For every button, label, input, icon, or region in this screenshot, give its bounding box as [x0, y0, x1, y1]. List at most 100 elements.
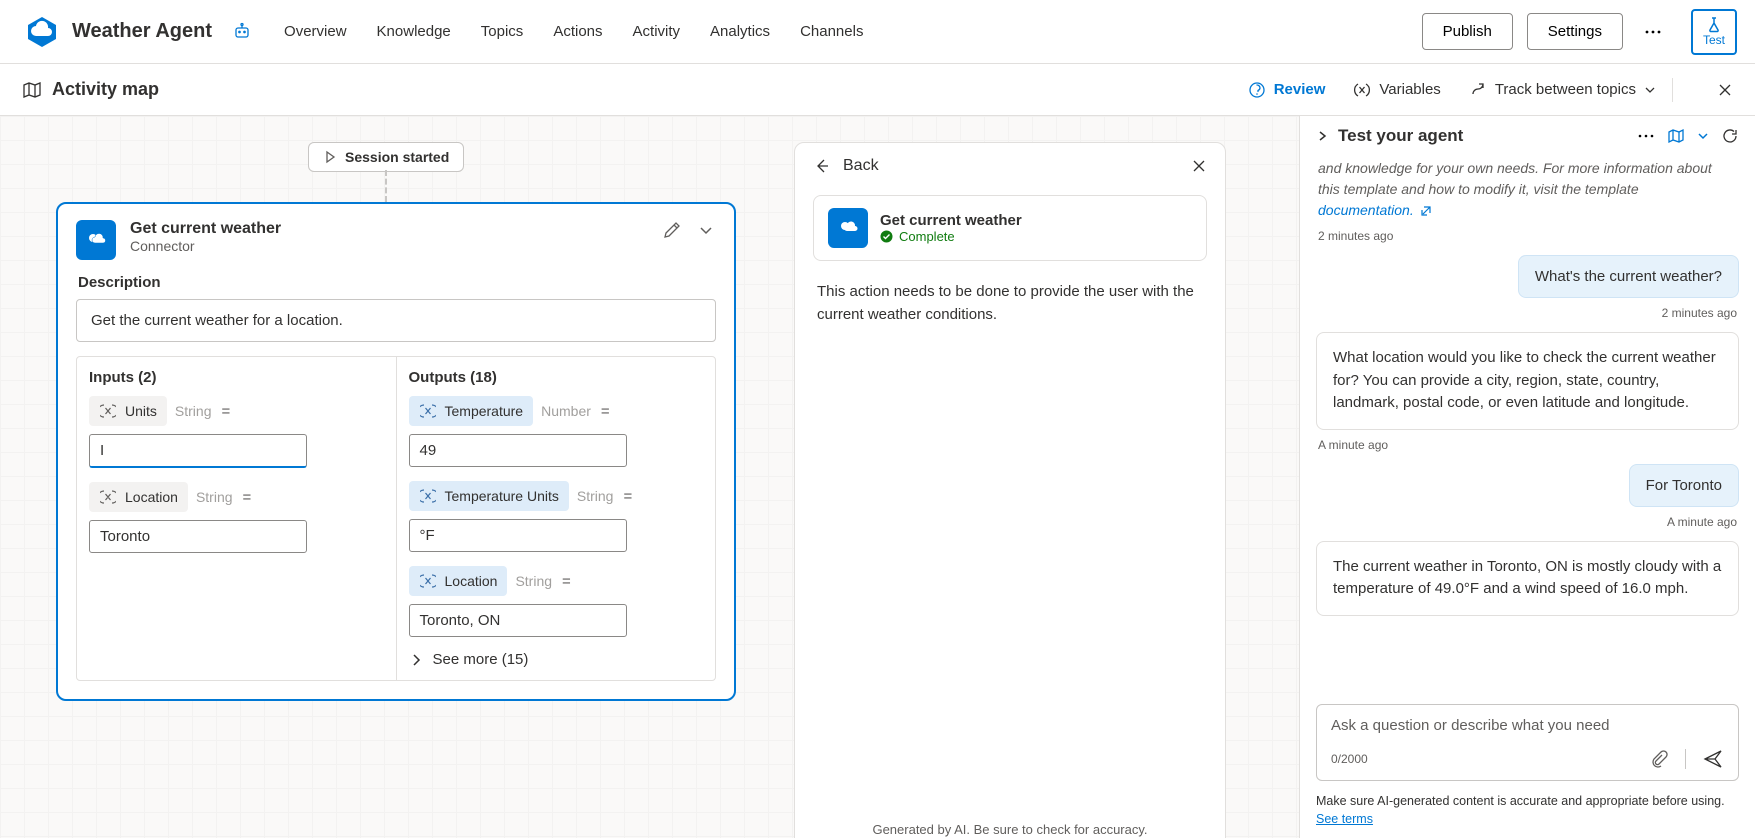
secondary-bar: Activity map Review Variables Track betw…: [0, 64, 1755, 116]
session-started-pill: Session started: [308, 142, 464, 172]
more-icon[interactable]: [1637, 16, 1669, 48]
output-value-temperature[interactable]: 49: [409, 434, 627, 467]
weather-icon: [76, 220, 116, 260]
card-title: Get current weather: [130, 220, 648, 238]
nav-topics[interactable]: Topics: [481, 23, 524, 40]
map-icon: [22, 80, 42, 100]
chat-scroll[interactable]: and knowledge for your own needs. For mo…: [1300, 156, 1755, 696]
inputs-column: Inputs (2) Units String = I Locati: [77, 357, 396, 680]
input-value-units[interactable]: I: [89, 434, 307, 468]
variable-icon: [419, 402, 437, 420]
detail-panel: Back Get current weather Complete This a: [794, 142, 1226, 838]
timestamp: A minute ago: [1318, 515, 1737, 529]
external-link-icon: [1420, 205, 1432, 217]
check-icon: [880, 230, 893, 243]
track-between-topics-button[interactable]: Track between topics: [1469, 81, 1656, 99]
review-button[interactable]: Review: [1248, 81, 1326, 99]
chat-info-text: and knowledge for your own needs. For mo…: [1316, 158, 1739, 221]
chat-input-placeholder: Ask a question or describe what you need: [1331, 717, 1724, 734]
output-row-temp-units: Temperature Units String =: [409, 481, 704, 511]
user-message: For Toronto: [1629, 464, 1739, 507]
test-label: Test: [1703, 33, 1725, 47]
map-icon[interactable]: [1667, 127, 1685, 145]
nav-activity[interactable]: Activity: [633, 23, 681, 40]
output-chip[interactable]: Location: [409, 566, 508, 596]
edit-icon[interactable]: [662, 220, 682, 240]
chevron-down-icon[interactable]: [696, 220, 716, 240]
divider: [1672, 78, 1673, 102]
bot-icon: [232, 22, 252, 42]
variables-button[interactable]: Variables: [1353, 81, 1440, 99]
detail-status: Complete: [880, 229, 1022, 244]
input-chip[interactable]: Units: [89, 396, 167, 426]
chevron-down-icon: [1644, 84, 1656, 96]
chevron-down-icon[interactable]: [1697, 130, 1709, 142]
input-row-units: Units String =: [89, 396, 384, 426]
nav-knowledge[interactable]: Knowledge: [377, 23, 451, 40]
bot-message: The current weather in Toronto, ON is mo…: [1316, 541, 1739, 616]
close-icon[interactable]: [1191, 158, 1207, 174]
output-row-temperature: Temperature Number =: [409, 396, 704, 426]
inputs-header: Inputs (2): [89, 369, 384, 386]
timestamp: A minute ago: [1318, 438, 1737, 452]
nav-tabs: Overview Knowledge Topics Actions Activi…: [284, 23, 863, 40]
detail-body: This action needs to be done to provide …: [795, 267, 1225, 340]
weather-icon: [828, 208, 868, 248]
connector-line: [385, 170, 387, 202]
see-more-button[interactable]: See more (15): [409, 651, 704, 668]
output-chip[interactable]: Temperature Units: [409, 481, 569, 511]
input-type: String: [175, 403, 212, 419]
bot-message: What location would you like to check th…: [1316, 332, 1739, 430]
refresh-icon[interactable]: [1721, 127, 1739, 145]
activity-map-title: Activity map: [52, 79, 159, 100]
variable-icon: [99, 402, 117, 420]
output-row-location: Location String =: [409, 566, 704, 596]
detail-title: Get current weather: [880, 212, 1022, 229]
settings-button[interactable]: Settings: [1527, 13, 1623, 50]
nav-analytics[interactable]: Analytics: [710, 23, 770, 40]
user-message: What's the current weather?: [1518, 255, 1739, 298]
app-logo-icon: [26, 16, 58, 48]
detail-card: Get current weather Complete: [813, 195, 1207, 261]
disclaimer: Make sure AI-generated content is accura…: [1300, 787, 1755, 838]
output-value-location[interactable]: Toronto, ON: [409, 604, 627, 637]
back-button[interactable]: Back: [843, 157, 879, 175]
timestamp: 2 minutes ago: [1318, 229, 1737, 243]
more-icon[interactable]: [1637, 127, 1655, 145]
canvas[interactable]: Session started Get current weather Conn…: [0, 116, 1299, 838]
input-chip[interactable]: Location: [89, 482, 188, 512]
chevron-right-icon: [409, 653, 423, 667]
output-chip[interactable]: Temperature: [409, 396, 534, 426]
card-subtitle: Connector: [130, 238, 648, 254]
description-text: Get the current weather for a location.: [76, 299, 716, 342]
chevron-right-icon[interactable]: [1316, 130, 1328, 142]
send-icon[interactable]: [1702, 748, 1724, 770]
top-bar: Weather Agent Overview Knowledge Topics …: [0, 0, 1755, 64]
output-value-temp-units[interactable]: °F: [409, 519, 627, 552]
variable-icon: [419, 487, 437, 505]
nav-actions[interactable]: Actions: [553, 23, 602, 40]
description-label: Description: [78, 274, 716, 291]
connector-card[interactable]: Get current weather Connector Descriptio…: [56, 202, 736, 701]
variable-icon: [99, 488, 117, 506]
publish-button[interactable]: Publish: [1422, 13, 1513, 50]
back-arrow-icon[interactable]: [813, 157, 831, 175]
close-icon[interactable]: [1717, 82, 1733, 98]
timestamp: 2 minutes ago: [1318, 306, 1737, 320]
play-icon: [323, 150, 337, 164]
input-type: String: [196, 489, 233, 505]
variable-icon: [419, 572, 437, 590]
see-terms-link[interactable]: See terms: [1316, 812, 1373, 826]
test-button[interactable]: Test: [1691, 9, 1737, 55]
detail-footer: Generated by AI. Be sure to check for ac…: [795, 810, 1225, 838]
documentation-link[interactable]: documentation.: [1318, 202, 1414, 218]
input-value-location[interactable]: Toronto: [89, 520, 307, 553]
nav-channels[interactable]: Channels: [800, 23, 863, 40]
app-title: Weather Agent: [72, 20, 212, 43]
test-panel-title: Test your agent: [1338, 126, 1463, 146]
chat-input[interactable]: Ask a question or describe what you need…: [1316, 704, 1739, 781]
nav-overview[interactable]: Overview: [284, 23, 347, 40]
input-row-location: Location String =: [89, 482, 384, 512]
char-count: 0/2000: [1331, 752, 1368, 766]
attach-icon[interactable]: [1649, 749, 1669, 769]
